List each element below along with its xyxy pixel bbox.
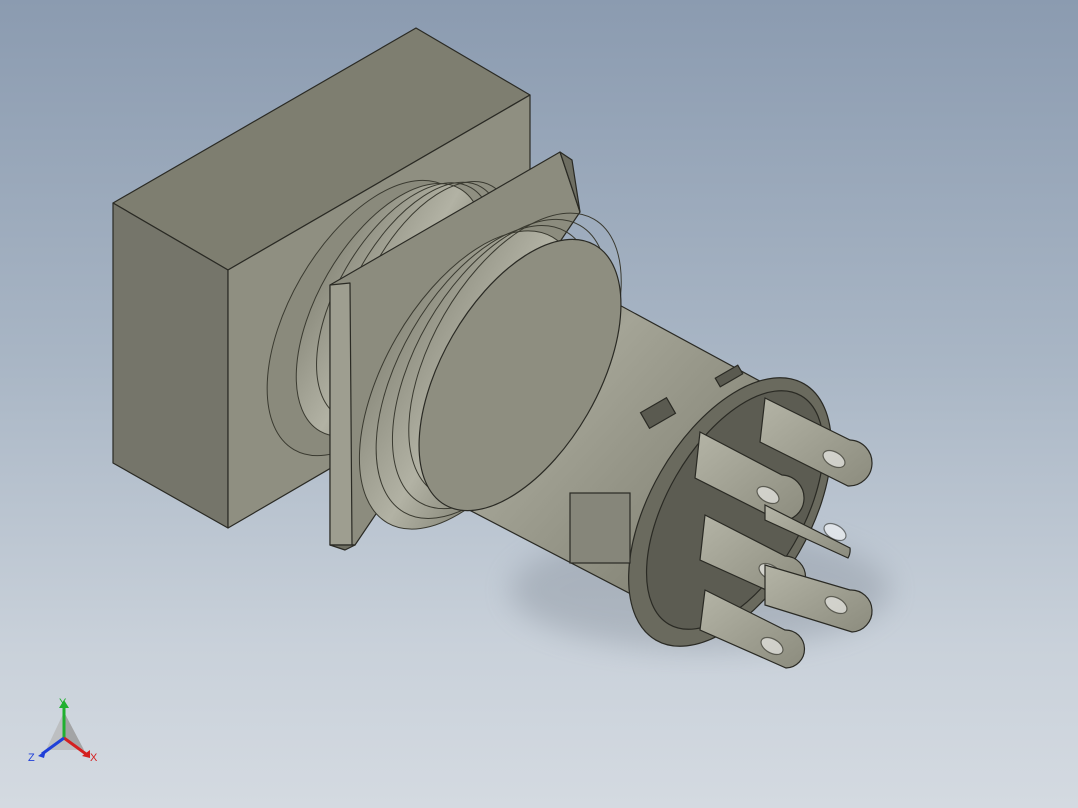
- triad-x-axis: X: [63, 736, 98, 764]
- orientation-triad[interactable]: Y X Z: [24, 694, 108, 770]
- triad-x-label: X: [90, 752, 98, 764]
- cad-model-switch[interactable]: [0, 0, 1078, 808]
- triad-z-axis: Z: [28, 736, 65, 764]
- triad-y-label: Y: [59, 697, 67, 709]
- graphics-viewport[interactable]: Y X Z: [0, 0, 1078, 808]
- triad-z-label: Z: [28, 752, 35, 764]
